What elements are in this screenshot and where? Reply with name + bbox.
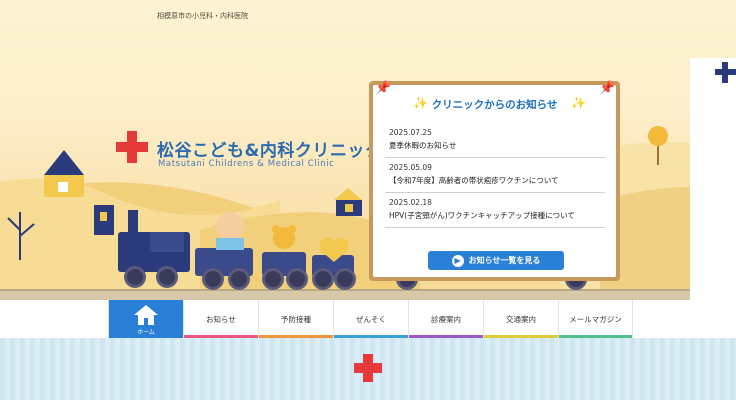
nav-medical-info[interactable]: 診療案内 — [408, 300, 483, 338]
nav-home-label: ホーム — [137, 328, 155, 336]
news-date: 2025.02.18 — [389, 198, 432, 207]
news-item[interactable]: 2025.05.09 【令和7年度】高齢者の帯状疱疹ワクチンについて — [385, 158, 605, 193]
nav-mail-magazine[interactable]: メールマガジン — [558, 300, 633, 338]
side-panel — [690, 58, 736, 300]
train-wheel — [156, 266, 178, 288]
news-link[interactable]: HPV(子宮頸がん)ワクチンキャッチアップ接種について — [389, 210, 605, 221]
global-nav: ホーム お知らせ 予防接種 ぜんそく 診療案内 交通案内 メールマガジン — [108, 300, 633, 338]
section-cross-icon — [354, 354, 382, 382]
news-date: 2025.07.25 — [389, 128, 432, 137]
news-item[interactable]: 2025.07.25 夏季休暇のお知らせ — [385, 123, 605, 158]
clinic-cross-logo[interactable] — [116, 131, 148, 163]
news-date: 2025.05.09 — [389, 163, 432, 172]
nav-label: 診療案内 — [431, 314, 461, 324]
nav-home[interactable]: ホーム — [108, 300, 183, 338]
nav-label: 交通案内 — [506, 314, 536, 324]
global-nav-bar: ホーム お知らせ 予防接種 ぜんそく 診療案内 交通案内 メールマガジン — [0, 300, 736, 338]
view-all-news-label: お知らせ一覧を見る — [468, 256, 541, 265]
train-wheel — [202, 268, 224, 290]
view-all-news-button[interactable]: ▶ お知らせ一覧を見る — [428, 251, 564, 270]
clinic-name-jp[interactable]: 松谷こども&内科クリニック — [157, 136, 382, 161]
nav-label: メールマガジン — [569, 314, 622, 324]
news-item[interactable]: 2025.02.18 HPV(子宮頸がん)ワクチンキャッチアップ接種について — [385, 193, 605, 228]
nav-vaccination[interactable]: 予防接種 — [258, 300, 333, 338]
home-icon — [134, 304, 158, 325]
nav-label: お知らせ — [206, 314, 236, 324]
pushpin-icon: 📌 — [375, 81, 392, 96]
nav-label: ぜんそく — [356, 314, 386, 324]
news-list: 2025.07.25 夏季休暇のお知らせ 2025.05.09 【令和7年度】高… — [385, 123, 605, 228]
train-wheel — [286, 268, 308, 290]
news-link[interactable]: 【令和7年度】高齢者の帯状疱疹ワクチンについて — [389, 175, 605, 186]
nav-news[interactable]: お知らせ — [183, 300, 258, 338]
notice-board-inner: 📌 📌 ✨ ✨ クリニックからのお知らせ 2025.07.25 夏季休暇のお知ら… — [373, 81, 616, 277]
train-wheel — [334, 268, 356, 290]
side-cross-icon[interactable] — [715, 62, 736, 83]
arrow-right-icon: ▶ — [451, 254, 464, 267]
train-wheel — [312, 268, 334, 290]
train-wheel — [124, 266, 146, 288]
notice-title: クリニックからのお知らせ — [431, 99, 558, 111]
news-link[interactable]: 夏季休暇のお知らせ — [389, 140, 605, 151]
train-wheel — [262, 268, 284, 290]
nav-label: 予防接種 — [281, 314, 311, 324]
train-wheel — [228, 268, 250, 290]
nav-asthma[interactable]: ぜんそく — [333, 300, 408, 338]
clinic-name-en[interactable]: Matsutani Childrens & Medical Clinic — [158, 159, 334, 169]
notice-board: 📌 📌 ✨ ✨ クリニックからのお知らせ 2025.07.25 夏季休暇のお知ら… — [369, 81, 620, 281]
pushpin-icon: 📌 — [599, 81, 616, 96]
site-tagline: 相模原市の小児科・内科医院 — [157, 12, 248, 20]
nav-access[interactable]: 交通案内 — [483, 300, 558, 338]
